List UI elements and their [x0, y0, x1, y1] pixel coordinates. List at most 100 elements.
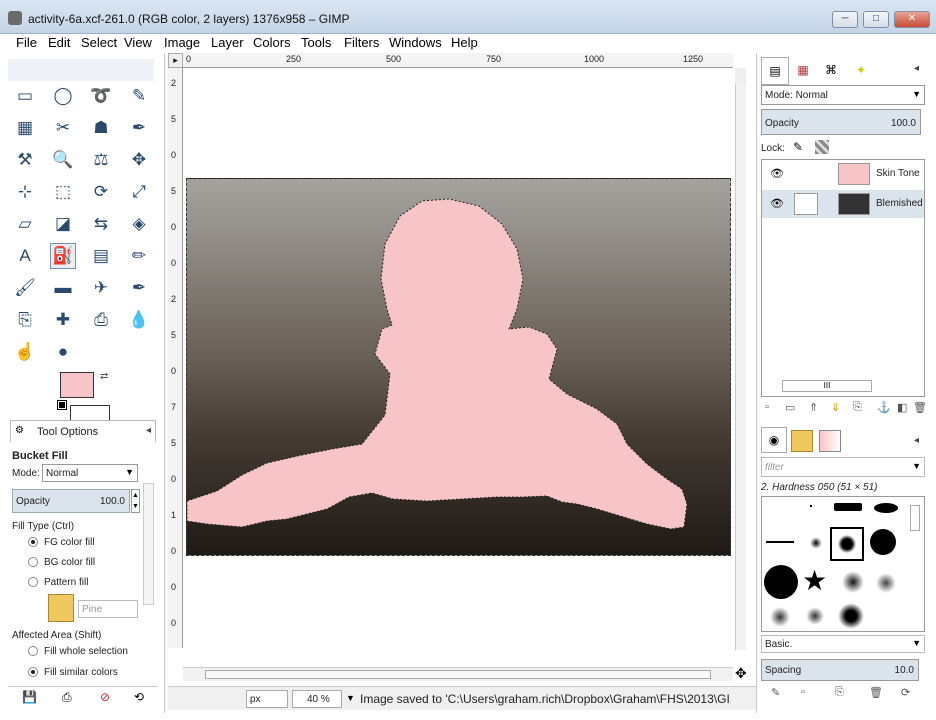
reset-options-icon[interactable]: ⟲	[134, 690, 144, 704]
layer-row[interactable]: 👁 Blemished	[762, 190, 924, 218]
menu-colors[interactable]: Colors	[253, 35, 291, 50]
menu-filters[interactable]: Filters	[344, 35, 379, 50]
mask-icon[interactable]: ◧	[897, 401, 907, 414]
brush-item[interactable]	[838, 603, 864, 629]
blend-icon[interactable]: ▤	[88, 243, 114, 269]
brush-item[interactable]	[806, 607, 824, 625]
minimize-button[interactable]: ─	[832, 11, 858, 28]
dodge-burn-icon[interactable]: ●	[50, 339, 76, 365]
eraser-icon[interactable]: ▬	[50, 275, 76, 301]
opacity-spin-buttons[interactable]: ▲ ▼	[131, 489, 140, 513]
horizontal-scrollbar[interactable]	[183, 667, 733, 681]
eye-icon[interactable]: 👁	[770, 197, 784, 210]
navigate-icon[interactable]	[735, 68, 746, 84]
brush-item[interactable]	[874, 503, 898, 513]
menu-help[interactable]: Help	[451, 35, 478, 50]
layer-mode-select[interactable]: Mode: Normal ▼	[761, 85, 925, 105]
patterns-tab-icon[interactable]	[791, 430, 813, 452]
paths-tab-icon[interactable]: ⌘	[817, 57, 845, 85]
duplicate-layer-icon[interactable]: ⎘	[853, 401, 862, 414]
radio-pattern-fill[interactable]	[28, 577, 38, 587]
image-layer-photo[interactable]	[186, 178, 731, 556]
crop-icon[interactable]: ⬚	[50, 179, 76, 205]
brush-item[interactable]	[810, 537, 822, 549]
cage-icon[interactable]: ◈	[126, 211, 152, 237]
tab-menu-icon[interactable]: ◂	[914, 63, 919, 74]
rect-select-icon[interactable]: ▭	[12, 83, 38, 109]
tab-menu-icon[interactable]: ◂	[914, 435, 919, 446]
menu-windows[interactable]: Windows	[389, 35, 442, 50]
clone-icon[interactable]: ⎘	[12, 307, 38, 333]
smudge-icon[interactable]: ☝	[12, 339, 38, 365]
menu-select[interactable]: Select	[81, 35, 117, 50]
raise-layer-icon[interactable]: ⇑	[809, 401, 818, 414]
refresh-brushes-icon[interactable]: ⟳	[901, 686, 910, 699]
unit-select[interactable]: px	[246, 690, 288, 708]
menu-image[interactable]: Image	[164, 35, 200, 50]
new-layer-icon[interactable]: ▫	[765, 401, 769, 413]
fuzzy-select-icon[interactable]: ✎	[126, 83, 152, 109]
tab-menu-icon[interactable]: ◂	[146, 425, 151, 436]
swap-colors-icon[interactable]: ⇄	[100, 371, 108, 382]
horizontal-scroll-thumb[interactable]	[205, 670, 711, 679]
new-brush-icon[interactable]: ▫	[801, 686, 805, 698]
tool-options-tab[interactable]: ⚙ Tool Options	[10, 420, 156, 442]
brush-item[interactable]	[876, 573, 896, 593]
text-icon[interactable]: A	[12, 243, 38, 269]
brush-category-select[interactable]: Basic. ▼	[761, 635, 925, 653]
brush-item[interactable]	[842, 571, 864, 593]
brushes-tab-icon[interactable]: ◉	[761, 427, 787, 453]
lower-layer-icon[interactable]: ⇓	[831, 401, 840, 414]
select-by-color-icon[interactable]: ▦	[12, 115, 38, 141]
radio-fg-color-fill[interactable]	[28, 537, 38, 547]
delete-options-icon[interactable]: ⊘	[100, 690, 110, 704]
brush-filter-field[interactable]: filter ▼	[761, 457, 925, 477]
tool-options-scrollbar[interactable]	[143, 483, 154, 605]
duplicate-brush-icon[interactable]: ⎘	[835, 686, 844, 699]
shear-icon[interactable]: ▱	[12, 211, 38, 237]
perspective-icon[interactable]: ◪	[50, 211, 76, 237]
paintbrush-icon[interactable]: 🖌	[12, 275, 38, 301]
undo-tab-icon[interactable]: ✦	[847, 57, 875, 85]
pattern-preview[interactable]	[48, 594, 74, 622]
align-icon[interactable]: ⊹	[12, 179, 38, 205]
lock-pixels-icon[interactable]: ✎	[793, 140, 803, 154]
close-button[interactable]: ✕	[894, 11, 930, 28]
rotate-icon[interactable]: ⟳	[88, 179, 114, 205]
navigate-move-icon[interactable]: ✥	[735, 665, 747, 682]
lock-alpha-icon[interactable]	[815, 140, 829, 154]
delete-brush-icon[interactable]: 🗑	[869, 686, 883, 699]
new-layer-group-icon[interactable]: ▭	[785, 401, 795, 414]
flip-icon[interactable]: ⇆	[88, 211, 114, 237]
brush-grid-scrollbar[interactable]	[910, 505, 920, 531]
layers-tab-icon[interactable]: ▤	[761, 57, 789, 85]
pattern-name-field[interactable]: Pine	[78, 600, 138, 618]
trash-icon[interactable]: 🗑	[913, 401, 927, 414]
selected-brush[interactable]	[830, 527, 864, 561]
vertical-scrollbar[interactable]	[735, 84, 746, 650]
zoom-icon[interactable]: 🔍	[50, 147, 76, 173]
anchor-icon[interactable]: ⚓	[877, 401, 891, 414]
channels-tab-icon[interactable]: ▦	[789, 57, 817, 85]
radio-fill-whole-selection[interactable]	[28, 646, 38, 656]
default-colors-icon[interactable]	[57, 400, 67, 410]
free-select-icon[interactable]: ➰	[88, 83, 114, 109]
brush-grid[interactable]: ★	[761, 496, 925, 632]
radio-fill-similar-colors[interactable]	[28, 667, 38, 677]
menu-tools[interactable]: Tools	[301, 35, 331, 50]
eye-icon[interactable]: 👁	[770, 167, 784, 180]
brush-item[interactable]	[764, 565, 798, 599]
layer-opacity-slider[interactable]: Opacity 100.0	[761, 109, 921, 135]
foreground-color-swatch[interactable]	[60, 372, 94, 398]
brush-item[interactable]	[834, 503, 862, 511]
mode-select[interactable]: Normal ▼	[42, 464, 138, 482]
brush-item[interactable]	[810, 505, 812, 507]
perspective-clone-icon[interactable]: ⎙	[88, 307, 114, 333]
zoom-select[interactable]: 40 %	[292, 690, 342, 708]
brush-item[interactable]	[870, 529, 896, 555]
pencil-icon[interactable]: ✏	[126, 243, 152, 269]
maximize-button[interactable]: □	[863, 11, 889, 28]
scissors-icon[interactable]: ✂	[50, 115, 76, 141]
edit-brush-icon[interactable]: ✎	[771, 686, 780, 699]
heal-icon[interactable]: ✚	[50, 307, 76, 333]
